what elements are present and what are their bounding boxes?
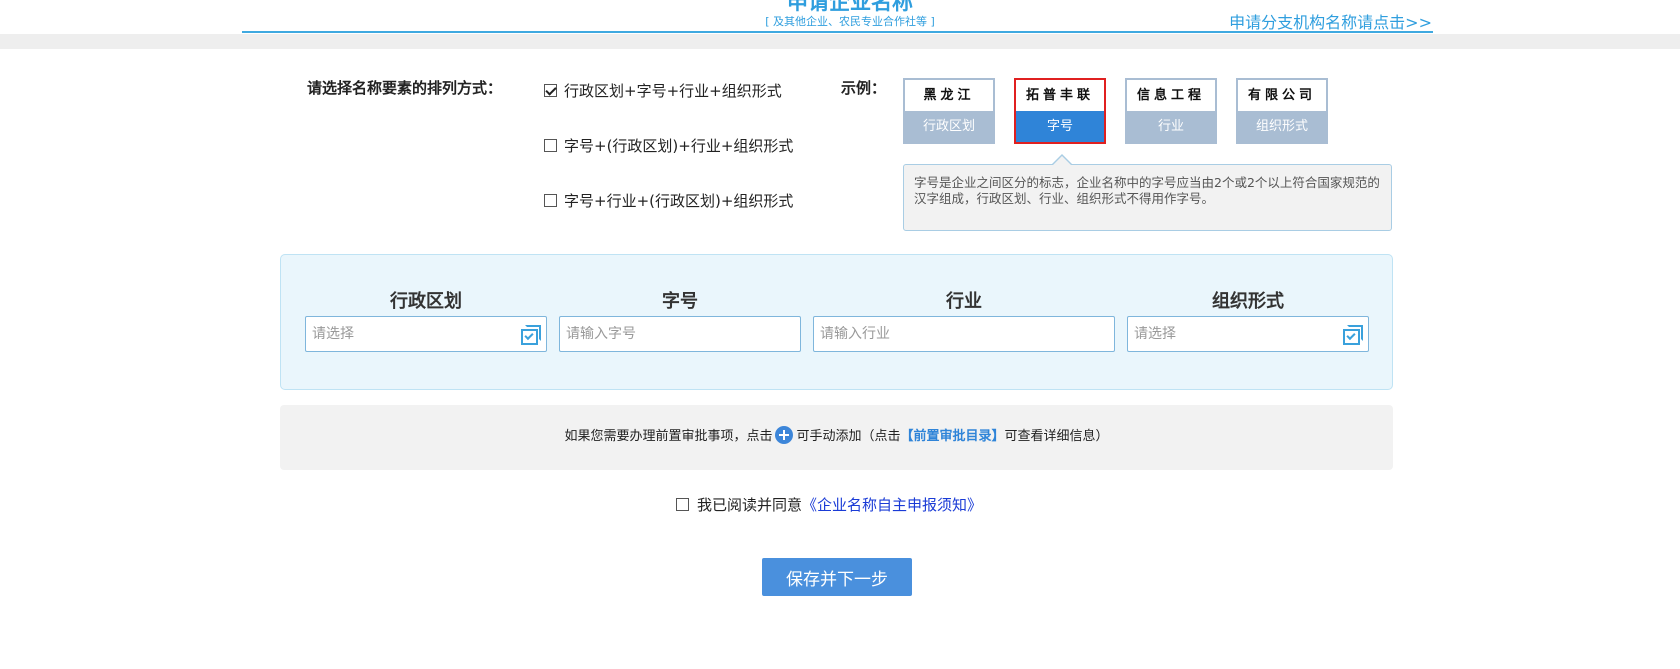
example-card-label: 行政区划 [905,111,993,142]
region-field[interactable] [305,316,547,352]
agreement-link[interactable]: 《企业名称自主申报须知》 [802,496,982,514]
branch-name-link[interactable]: 申请分支机构名称请点击>> [1229,9,1432,33]
plus-circle-icon[interactable] [775,425,794,444]
save-next-button[interactable]: 保存并下一步 [762,558,912,596]
example-card-label: 字号 [1016,111,1104,142]
arrangement-checkbox-3[interactable] [544,194,557,207]
arrangement-label: 请选择名称要素的排列方式： [307,79,503,97]
org-form-field[interactable] [1127,316,1369,352]
field-title-brand: 字号 [662,291,698,312]
agreement-checkbox[interactable] [676,498,689,511]
approval-catalog-link[interactable]: 【前置审批目录】 [901,429,1005,444]
page-subtitle: [ 及其他企业、农民专业合作社等 ] [765,15,935,28]
arrangement-checkbox-1[interactable] [544,84,557,97]
tooltip-arrow-fill [1053,156,1071,165]
example-card-label: 组织形式 [1238,111,1326,142]
arrangement-option-3[interactable]: 字号+行业+(行政区划)+组织形式 [544,190,793,211]
field-title-industry: 行业 [946,291,982,312]
brand-field[interactable] [559,316,801,352]
example-card-industry[interactable]: 信息工程 行业 [1125,78,1217,144]
example-sample: 拓普丰联 [1025,88,1094,103]
example-card-label: 行业 [1127,111,1215,142]
header-divider [242,31,1433,33]
field-title-org-form: 组织形式 [1212,291,1284,312]
example-label: 示例： [841,79,887,97]
header-band [0,34,1680,49]
industry-field[interactable] [813,316,1115,352]
agreement-text: 我已阅读并同意 [697,496,803,514]
example-card-brand[interactable]: 拓普丰联 字号 [1014,78,1106,144]
select-list-icon[interactable] [1342,324,1363,345]
example-sample: 信息工程 [1136,88,1205,103]
arrangement-option-2[interactable]: 字号+(行政区划)+行业+组织形式 [544,135,793,156]
select-list-icon[interactable] [520,324,541,345]
org-form-input[interactable] [1134,326,1342,342]
arrangement-option-label: 字号+(行政区划)+行业+组织形式 [564,137,794,155]
field-title-region: 行政区划 [390,291,462,312]
industry-input[interactable] [820,326,1108,342]
example-sample: 有限公司 [1247,88,1316,103]
notice-text-middle: 可手动添加（点击 [796,429,901,444]
agreement-row[interactable]: 我已阅读并同意《企业名称自主申报须知》 [676,494,982,515]
approval-notice: 如果您需要办理前置审批事项，点击 可手动添加（点击【前置审批目录】可查看详细信息） [280,425,1393,444]
notice-text-after: 可查看详细信息） [1004,429,1109,444]
notice-text-before: 如果您需要办理前置审批事项，点击 [564,429,773,444]
arrangement-option-label: 行政区划+字号+行业+组织形式 [564,82,782,100]
brand-input[interactable] [566,326,794,342]
example-sample: 黑龙江 [923,88,975,103]
arrangement-option-label: 字号+行业+(行政区划)+组织形式 [564,192,794,210]
arrangement-option-1[interactable]: 行政区划+字号+行业+组织形式 [544,80,782,101]
region-input[interactable] [312,326,520,342]
example-card-org-form[interactable]: 有限公司 组织形式 [1236,78,1328,144]
example-card-region[interactable]: 黑龙江 行政区划 [903,78,995,144]
example-tooltip: 字号是企业之间区分的标志，企业名称中的字号应当由2个或2个以上符合国家规范的汉字… [903,164,1392,231]
arrangement-checkbox-2[interactable] [544,139,557,152]
